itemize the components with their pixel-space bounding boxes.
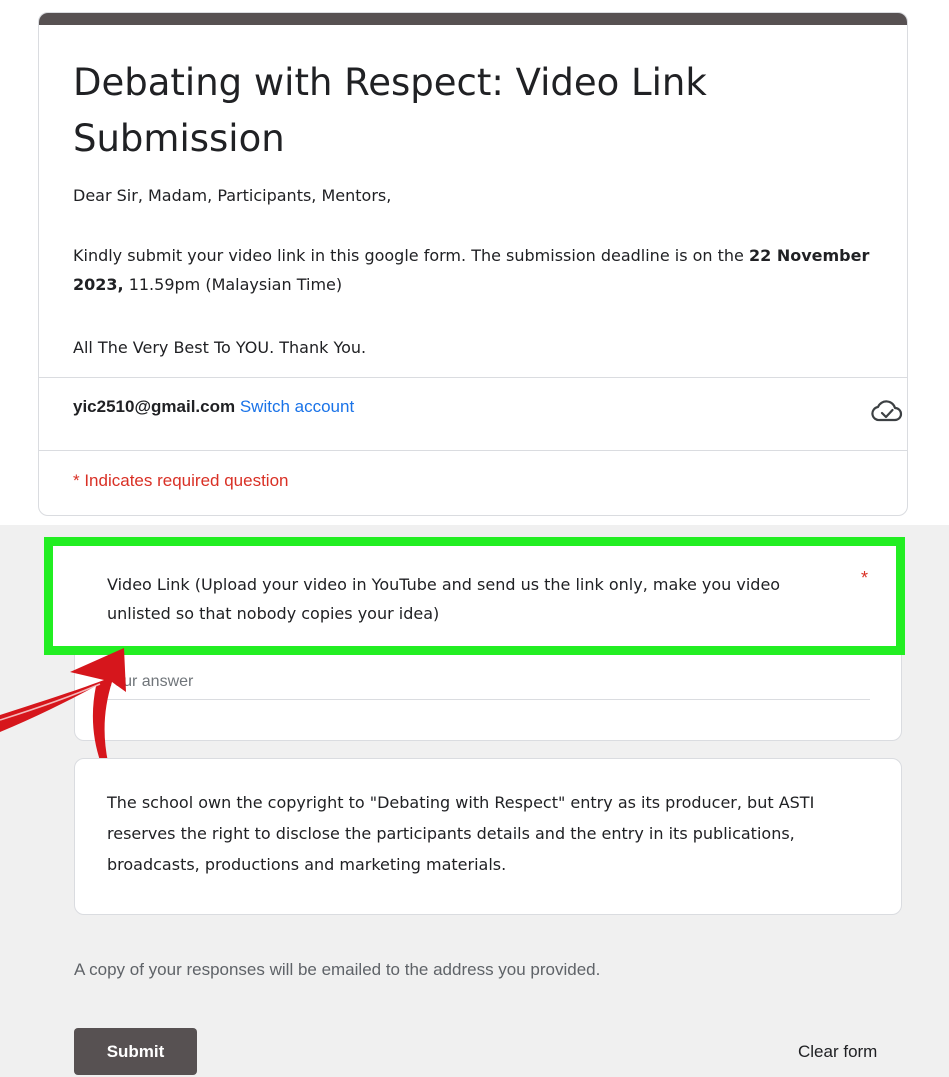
submit-button[interactable]: Submit (74, 1028, 197, 1075)
clear-form-button[interactable]: Clear form (798, 1040, 877, 1064)
copy-note: A copy of your responses will be emailed… (74, 960, 601, 979)
description-deadline: Kindly submit your video link in this go… (73, 241, 903, 299)
form-title: Debating with Respect: Video Link Submis… (73, 61, 707, 160)
deadline-suffix: 11.59pm (Malaysian Time) (123, 275, 343, 294)
highlight-box: Video Link (Upload your video in YouTube… (44, 537, 905, 655)
deadline-prefix: Kindly submit your video link in this go… (73, 246, 749, 265)
form-header-card: Debating with Respect: Video Link Submis… (38, 12, 908, 516)
account-row: yic2510@gmail.com Switch account (73, 395, 354, 419)
header-accent-bar (39, 13, 907, 25)
account-divider (39, 450, 907, 451)
info-card: The school own the copyright to "Debatin… (74, 758, 902, 915)
answer-input[interactable] (105, 665, 870, 700)
header-divider (39, 377, 907, 378)
description-greeting: Dear Sir, Madam, Participants, Mentors, (73, 186, 392, 205)
cloud-check-icon[interactable] (871, 397, 903, 425)
info-text: The school own the copyright to "Debatin… (107, 793, 815, 874)
switch-account-link[interactable]: Switch account (240, 397, 354, 416)
required-star: * (861, 568, 869, 588)
question-title: Video Link (Upload your video in YouTube… (107, 575, 781, 623)
account-email: yic2510@gmail.com (73, 397, 236, 416)
required-note: * Indicates required question (73, 471, 289, 490)
description-closing: All The Very Best To YOU. Thank You. (73, 338, 367, 357)
